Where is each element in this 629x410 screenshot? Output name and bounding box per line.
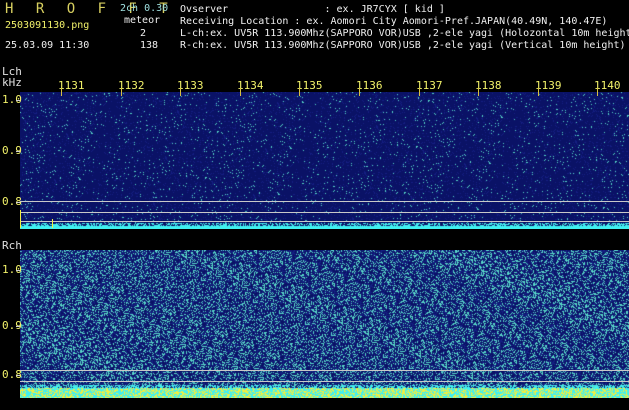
lch-config-line: L-ch:ex. UV5R 113.900Mhz(SAPPORO VOR)USB… [180,28,629,39]
meteor-lch-count: 2 [140,28,147,39]
axis-tick-mark [16,202,20,203]
lch-left-bracket [20,210,21,228]
rch-reference-line [20,370,629,371]
khz-unit-label: kHz [2,76,22,89]
location-line: Receiving Location : ex. Aomori City Aom… [180,16,608,27]
meteor-label: meteor [124,15,161,26]
image-filename: 2503091130.png [5,20,90,31]
minute-marker [61,88,62,96]
rch-label: Rch [2,239,22,252]
meteor-rch-count: 138 [140,40,159,51]
axis-tick-mark [16,270,20,271]
timestamp: 25.03.09 11:30 [5,40,90,51]
axis-tick-mark [16,100,20,101]
minute-marker [538,88,539,96]
rch-config-line: R-ch:ex. UV5R 113.900Mhz(SAPPORO VOR)USB… [180,40,626,51]
minute-marker [597,88,598,96]
observer-line: Ovserver : ex. JR7CYX [ kid ] [180,4,445,15]
lch-meteor-mark [52,219,53,228]
lch-reference-line [20,221,629,222]
rch-spectrogram [20,250,629,398]
minute-marker [240,88,241,96]
minute-marker [419,88,420,96]
rch-reference-line [20,381,629,382]
mode-label: 2ch 0.30 [120,3,169,14]
axis-tick-mark [16,326,20,327]
minute-marker [478,88,479,96]
axis-tick-mark [16,151,20,152]
minute-marker [121,88,122,96]
minute-marker [359,88,360,96]
lch-reference-line [20,201,629,202]
minute-marker [180,88,181,96]
lch-spectrogram [20,92,629,229]
lch-reference-line [20,212,629,213]
minute-marker [299,88,300,96]
axis-tick-mark [16,375,20,376]
